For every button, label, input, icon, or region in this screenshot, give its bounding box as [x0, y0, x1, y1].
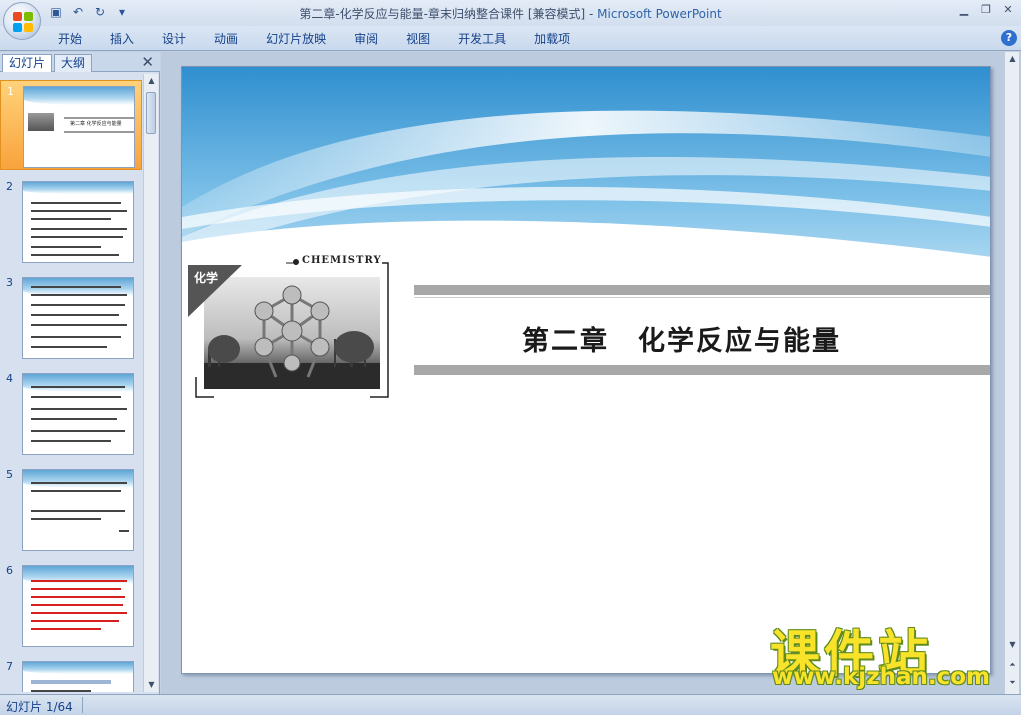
tab-addins[interactable]: 加载项	[520, 30, 584, 48]
thumbnail-preview	[22, 565, 134, 647]
tab-review[interactable]: 审阅	[340, 30, 392, 48]
thumbnail-preview	[22, 661, 134, 692]
minimize-icon[interactable]: ▁	[955, 2, 973, 18]
window-title: 第二章-化学反应与能量-章末归纳整合课件 [兼容模式] - Microsoft …	[0, 5, 1021, 22]
tab-design[interactable]: 设计	[148, 30, 200, 48]
scroll-up-icon[interactable]: ▲	[144, 74, 159, 88]
thumbnail-preview	[22, 277, 134, 359]
thumbnail-slide-2[interactable]: 2	[0, 176, 142, 266]
pane-tabs: 幻灯片 大纲 ✕	[0, 52, 160, 72]
slide-title[interactable]: 第二章 化学反应与能量	[522, 319, 841, 358]
help-icon[interactable]: ?	[1001, 30, 1017, 46]
thumbnail-preview: 第二章 化学反应与能量	[23, 86, 135, 168]
subject-badge: 化学	[188, 265, 242, 317]
thumbnail-slide-3[interactable]: 3	[0, 272, 142, 362]
title-bar: ▣ ↶ ↻ ▾ 第二章-化学反应与能量-章末归纳整合课件 [兼容模式] - Mi…	[0, 0, 1021, 26]
thumbnail-number: 6	[6, 564, 13, 577]
scrollbar-thumb[interactable]	[146, 92, 156, 134]
thumbnail-preview	[22, 181, 134, 263]
thumbnail-title: 第二章 化学反应与能量	[70, 121, 122, 127]
ribbon: 开始 插入 设计 动画 幻灯片放映 审阅 视图 开发工具 加载项 ?	[0, 26, 1021, 51]
tab-slideshow[interactable]: 幻灯片放映	[252, 30, 340, 48]
slide-counter: 幻灯片 1/64	[6, 700, 73, 714]
subject-badge-text: 化学	[194, 271, 219, 285]
close-icon[interactable]: ✕	[999, 2, 1017, 18]
tab-outline[interactable]: 大纲	[54, 54, 93, 72]
slide-canvas[interactable]: CHEMISTRY 化学 第二章 化学反应与能量	[181, 66, 991, 674]
thumbnail-scrollbar[interactable]: ▲ ▼	[143, 74, 158, 692]
previous-slide-icon[interactable]: ⏶	[1005, 658, 1020, 672]
thumbnail-preview	[22, 469, 134, 551]
chemistry-label: CHEMISTRY	[302, 255, 382, 266]
scroll-down-icon[interactable]: ▼	[144, 678, 159, 692]
scroll-down-icon[interactable]: ▼	[1005, 638, 1020, 652]
title-separator: -	[585, 7, 598, 21]
slides-pane: 幻灯片 大纲 ✕ 1 第二章 化学反应与能量 2 3 4 5 6 7 ▲ ▼	[0, 52, 160, 694]
thumbnail-slide-4[interactable]: 4	[0, 368, 142, 458]
next-slide-icon[interactable]: ⏷	[1005, 676, 1020, 690]
pane-close-icon[interactable]: ✕	[141, 53, 154, 71]
tab-slides[interactable]: 幻灯片	[2, 54, 53, 72]
app-name: Microsoft PowerPoint	[597, 7, 722, 21]
document-title: 第二章-化学反应与能量-章末归纳整合课件 [兼容模式]	[299, 7, 586, 21]
chemistry-dot	[293, 259, 299, 265]
office-button[interactable]	[3, 2, 41, 40]
title-band-bottom	[414, 365, 990, 375]
slide-editor: CHEMISTRY 化学 第二章 化学反应与能量 ▲ ▼ ⏶ ⏷	[161, 52, 1021, 694]
thumbnail-number: 7	[6, 660, 13, 673]
thumbnail-slide-5[interactable]: 5	[0, 464, 142, 554]
status-bar: 幻灯片 1/64	[0, 694, 1021, 715]
thumbnail-number: 4	[6, 372, 13, 385]
thumbnail-slide-1[interactable]: 1 第二章 化学反应与能量	[0, 80, 142, 170]
thumbnail-list: 1 第二章 化学反应与能量 2 3 4 5 6 7	[0, 74, 142, 692]
scroll-up-icon[interactable]: ▲	[1005, 52, 1020, 66]
status-separator	[82, 697, 83, 713]
tab-view[interactable]: 视图	[392, 30, 444, 48]
tab-animations[interactable]: 动画	[200, 30, 252, 48]
tab-developer[interactable]: 开发工具	[444, 30, 520, 48]
office-logo-icon	[13, 12, 33, 32]
thumbnail-preview	[22, 373, 134, 455]
thumbnail-number: 1	[7, 85, 14, 98]
restore-icon[interactable]: ❐	[977, 2, 995, 18]
tab-insert[interactable]: 插入	[96, 30, 148, 48]
title-band-top	[414, 285, 990, 295]
thumbnail-slide-6[interactable]: 6	[0, 560, 142, 650]
thumbnail-number: 2	[6, 180, 13, 193]
editor-scrollbar[interactable]: ▲ ▼ ⏶ ⏷	[1004, 52, 1019, 694]
thumbnail-number: 3	[6, 276, 13, 289]
window-controls: ▁ ❐ ✕	[955, 2, 1017, 18]
thumbnail-slide-7[interactable]: 7	[0, 656, 142, 692]
ribbon-tabs: 开始 插入 设计 动画 幻灯片放映 审阅 视图 开发工具 加载项	[44, 30, 584, 48]
thumbnail-number: 5	[6, 468, 13, 481]
watermark-url: www.kjzhan.com	[772, 664, 990, 690]
tab-home[interactable]: 开始	[44, 30, 96, 48]
